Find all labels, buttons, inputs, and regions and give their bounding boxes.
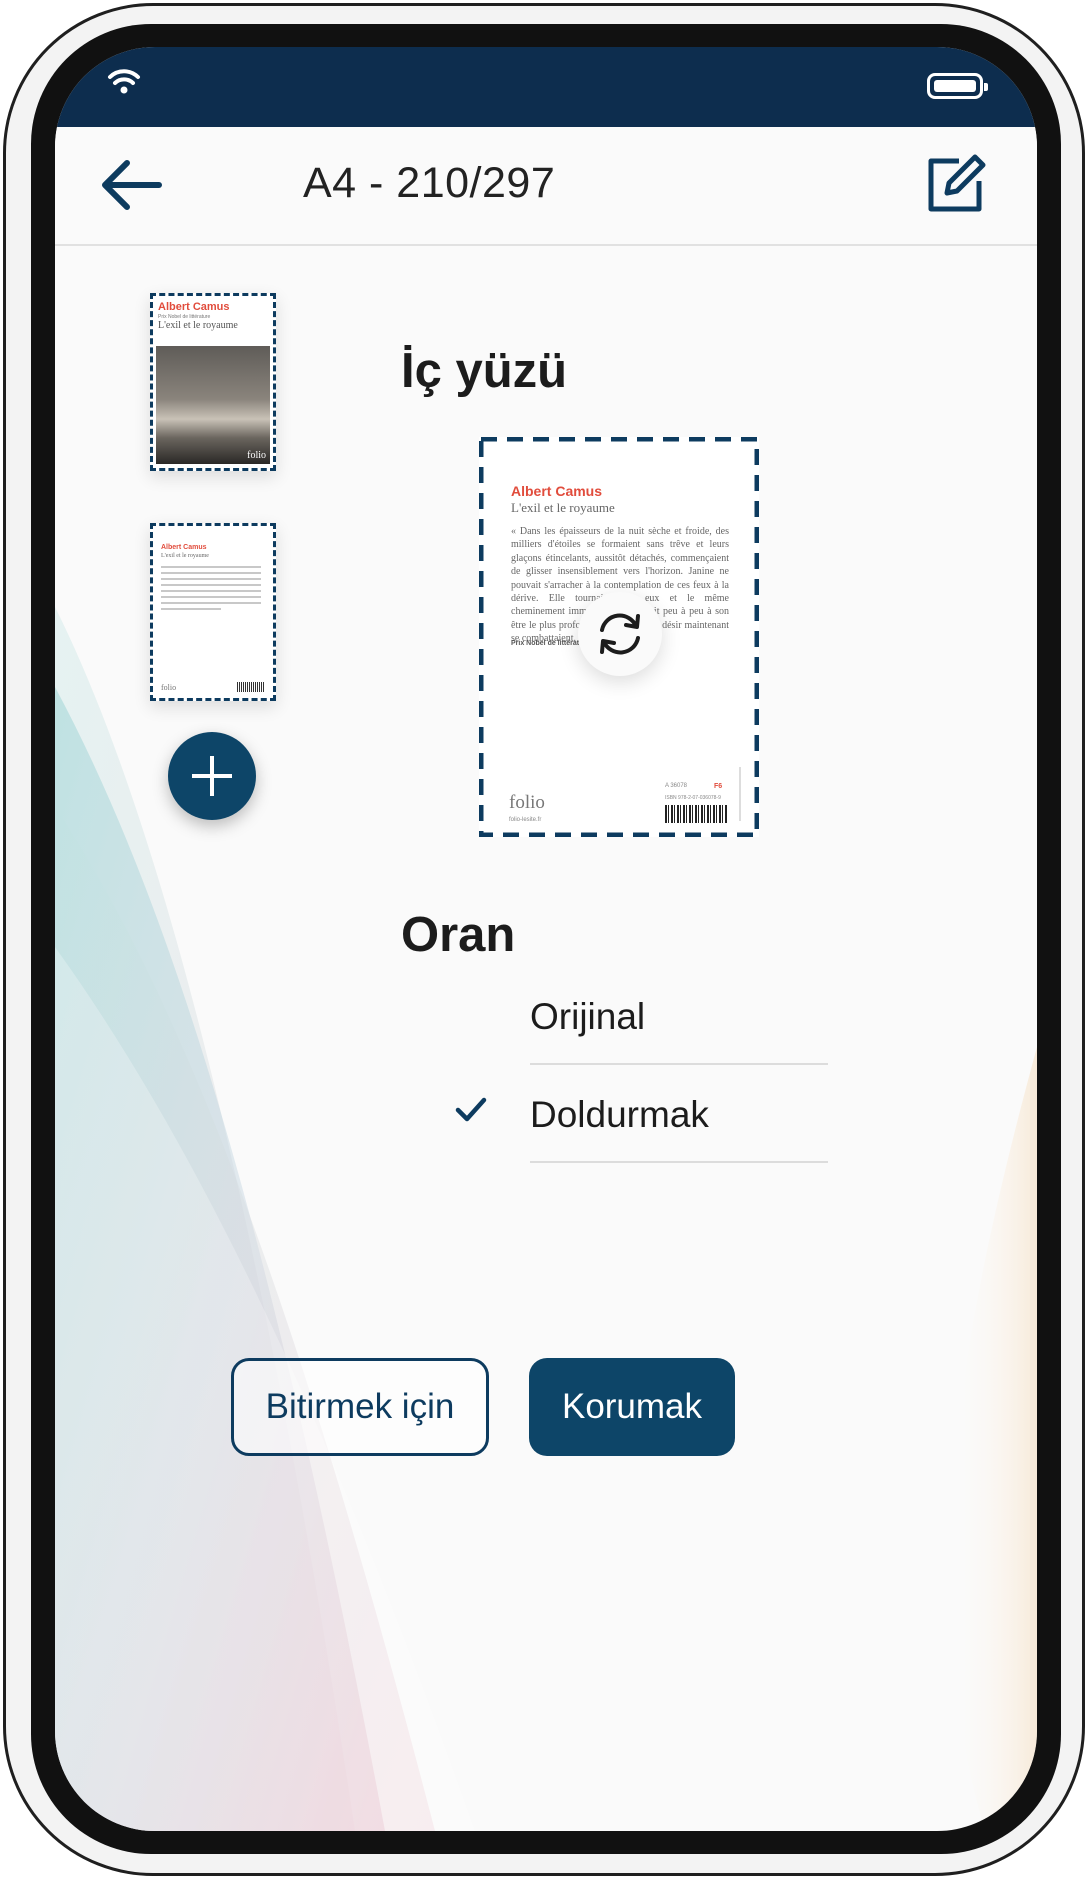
wifi-icon [108,69,140,94]
rotate-icon [600,613,640,655]
thumbnail-brand: folio [247,450,266,461]
thumbnail-title: L'exil et le royaume [161,553,209,559]
ratio-option-label: Doldurmak [530,1094,709,1135]
status-bar [55,47,1037,127]
thumbnail-brand: folio [161,683,177,692]
ratio-option-fill[interactable]: Doldurmak [530,1065,828,1163]
preview-category: F6 [714,783,723,790]
arrow-left-icon[interactable] [97,155,163,215]
thumbnail-author: Albert Camus [158,301,230,313]
preview-url: folio-lesite.fr [509,817,542,823]
preview-spine-text [739,767,741,821]
app-header: A4 - 210/297 [55,127,1037,246]
preview-brand: folio [509,792,545,813]
save-button[interactable]: Korumak [529,1358,735,1456]
thumbnail-text-lines [161,566,261,614]
device-bezel: A4 - 210/297 Albert Camus Prix Nobel de … [31,24,1061,1854]
preview-code: A 36078 [665,783,688,789]
check-icon [455,1097,487,1122]
barcode-icon [237,682,265,692]
finish-button[interactable]: Bitirmek için [231,1358,489,1456]
face-section-title: İç yüzü [401,344,568,398]
thumbnail-cover-photo: folio [156,346,270,464]
preview-title: L'exil et le royaume [511,500,615,515]
screen: A4 - 210/297 Albert Camus Prix Nobel de … [55,47,1037,1831]
ratio-option-label: Orijinal [530,996,646,1037]
page-title: A4 - 210/297 [303,159,556,207]
thumbnail-title: L'exil et le royaume [158,320,238,331]
ratio-option-original[interactable]: Orijinal [530,967,828,1065]
ratio-section-title: Oran [401,908,516,962]
preview-author: Albert Camus [511,483,603,499]
barcode-icon [665,805,727,823]
edit-icon[interactable] [925,151,989,215]
preview-isbn: ISBN 978-2-07-036078-9 [665,795,721,801]
rotate-button[interactable] [578,592,662,676]
page-thumbnail-2[interactable]: Albert Camus L'exil et le royaume folio [150,523,276,701]
thumbnail-author: Albert Camus [161,544,207,551]
page-thumbnail-1[interactable]: Albert Camus Prix Nobel de littérature L… [150,293,276,471]
battery-icon [927,73,988,99]
add-page-button[interactable] [168,732,256,820]
